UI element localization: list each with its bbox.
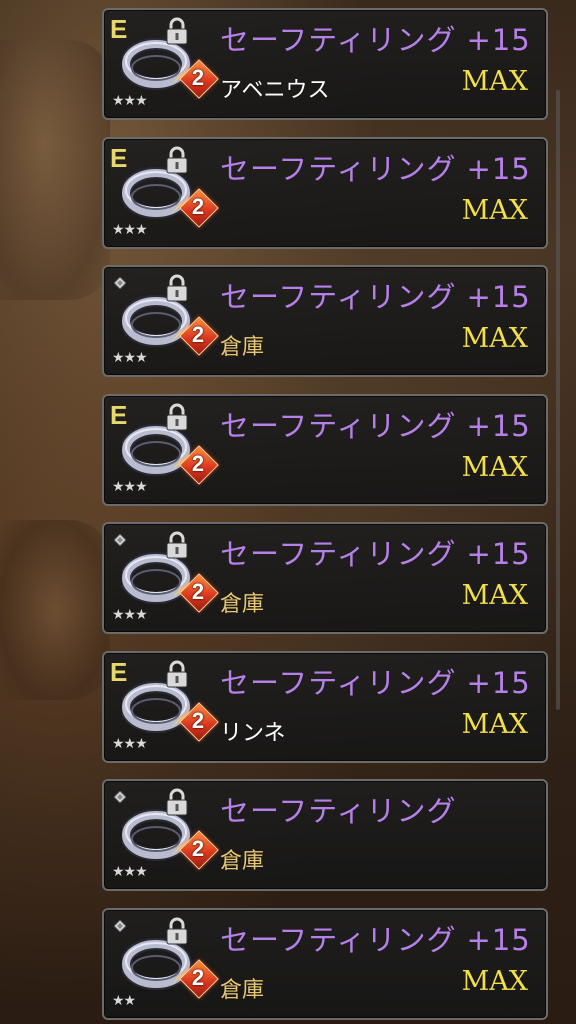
item-card[interactable]: E 2 ★★★ セーフティリング +15 MAX アベニウス	[102, 8, 548, 120]
item-location: 倉庫	[220, 977, 265, 1003]
max-label: MAX	[461, 194, 528, 226]
scrollbar[interactable]	[556, 90, 560, 710]
item-location: アベニウス	[220, 78, 330, 103]
enhance-level: +15	[466, 23, 531, 57]
rarity-stars: ★★★	[112, 735, 148, 752]
level-diamond-icon: 2	[179, 187, 219, 228]
item-name: セーフティリング	[220, 797, 467, 826]
item-card[interactable]: 2 ★★ セーフティリング +15 MAX 倉庫	[102, 907, 548, 1020]
max-label: MAX	[461, 708, 528, 740]
rarity-stars: ★★★	[112, 93, 148, 109]
enhance-level: +15	[466, 408, 531, 443]
max-label: MAX	[461, 580, 528, 611]
item-name-text: セーフティリング	[220, 23, 457, 57]
item-name: セーフティリング +15	[220, 408, 531, 443]
enhance-level: +15	[466, 922, 531, 957]
item-name-text: セーフティリング	[220, 151, 457, 186]
max-label: MAX	[461, 451, 528, 483]
lock-icon	[166, 403, 188, 430]
item-name-text: セーフティリング	[220, 665, 457, 700]
enhance-level: +15	[466, 537, 531, 571]
rarity-stars: ★★★	[112, 478, 148, 495]
lock-icon	[166, 917, 188, 944]
max-label: MAX	[461, 965, 528, 997]
item-name: セーフティリング +15	[220, 540, 531, 569]
lock-icon	[166, 274, 188, 302]
rarity-stars: ★★★	[112, 864, 148, 880]
item-location: 倉庫	[220, 335, 265, 360]
lock-icon	[166, 531, 188, 559]
level-diamond-icon: 2	[179, 830, 219, 870]
lock-icon	[166, 146, 188, 173]
background-rock	[0, 40, 110, 300]
item-card[interactable]: E 2 ★★★ セーフティリング +15 MAX	[102, 393, 548, 506]
level-diamond-icon: 2	[179, 573, 219, 613]
item-location: リンネ	[220, 720, 286, 746]
item-card[interactable]: 2 ★★★ セーフティリング +15 MAX 倉庫	[102, 522, 548, 634]
level-diamond-icon: 2	[179, 444, 219, 485]
item-card[interactable]: 2 ★★★ セーフティリング 倉庫	[102, 779, 548, 891]
item-name: セーフティリング +15	[220, 922, 531, 957]
item-name: セーフティリング +15	[220, 283, 531, 312]
lock-icon	[166, 660, 188, 687]
item-name: セーフティリング +15	[220, 151, 531, 186]
rarity-stars: ★★	[112, 992, 136, 1009]
rarity-stars: ★★★	[112, 221, 148, 238]
item-list: E 2 ★★★ セーフティリング +15 MAX アベニウス E 2 ★★★ セ…	[102, 0, 548, 1024]
item-name: セーフティリング +15	[220, 665, 531, 700]
max-label: MAX	[461, 66, 528, 97]
item-card[interactable]: 2 ★★★ セーフティリング +15 MAX 倉庫	[102, 265, 548, 377]
item-name-text: セーフティリング	[220, 408, 457, 443]
item-name-text: セーフティリング	[220, 537, 457, 571]
item-name-text: セーフティリング	[220, 794, 457, 828]
item-name: セーフティリング +15	[220, 26, 531, 55]
item-location: 倉庫	[220, 849, 265, 874]
item-card[interactable]: E 2 ★★★ セーフティリング +15 MAX リンネ	[102, 650, 548, 763]
enhance-level: +15	[466, 151, 531, 186]
lock-icon	[166, 17, 188, 45]
level-diamond-icon: 2	[179, 316, 219, 356]
rarity-stars: ★★★	[112, 607, 148, 623]
level-diamond-icon: 2	[179, 59, 219, 99]
enhance-level: +15	[466, 280, 531, 314]
item-card[interactable]: E 2 ★★★ セーフティリング +15 MAX	[102, 136, 548, 249]
level-diamond-icon: 2	[179, 701, 219, 742]
enhance-level: +15	[466, 665, 531, 700]
background-rock	[0, 520, 110, 700]
item-location: 倉庫	[220, 592, 265, 617]
item-name-text: セーフティリング	[220, 280, 457, 314]
max-label: MAX	[461, 323, 528, 354]
item-name-text: セーフティリング	[220, 922, 457, 957]
rarity-stars: ★★★	[112, 350, 148, 366]
level-diamond-icon: 2	[179, 958, 219, 999]
lock-icon	[166, 788, 188, 816]
